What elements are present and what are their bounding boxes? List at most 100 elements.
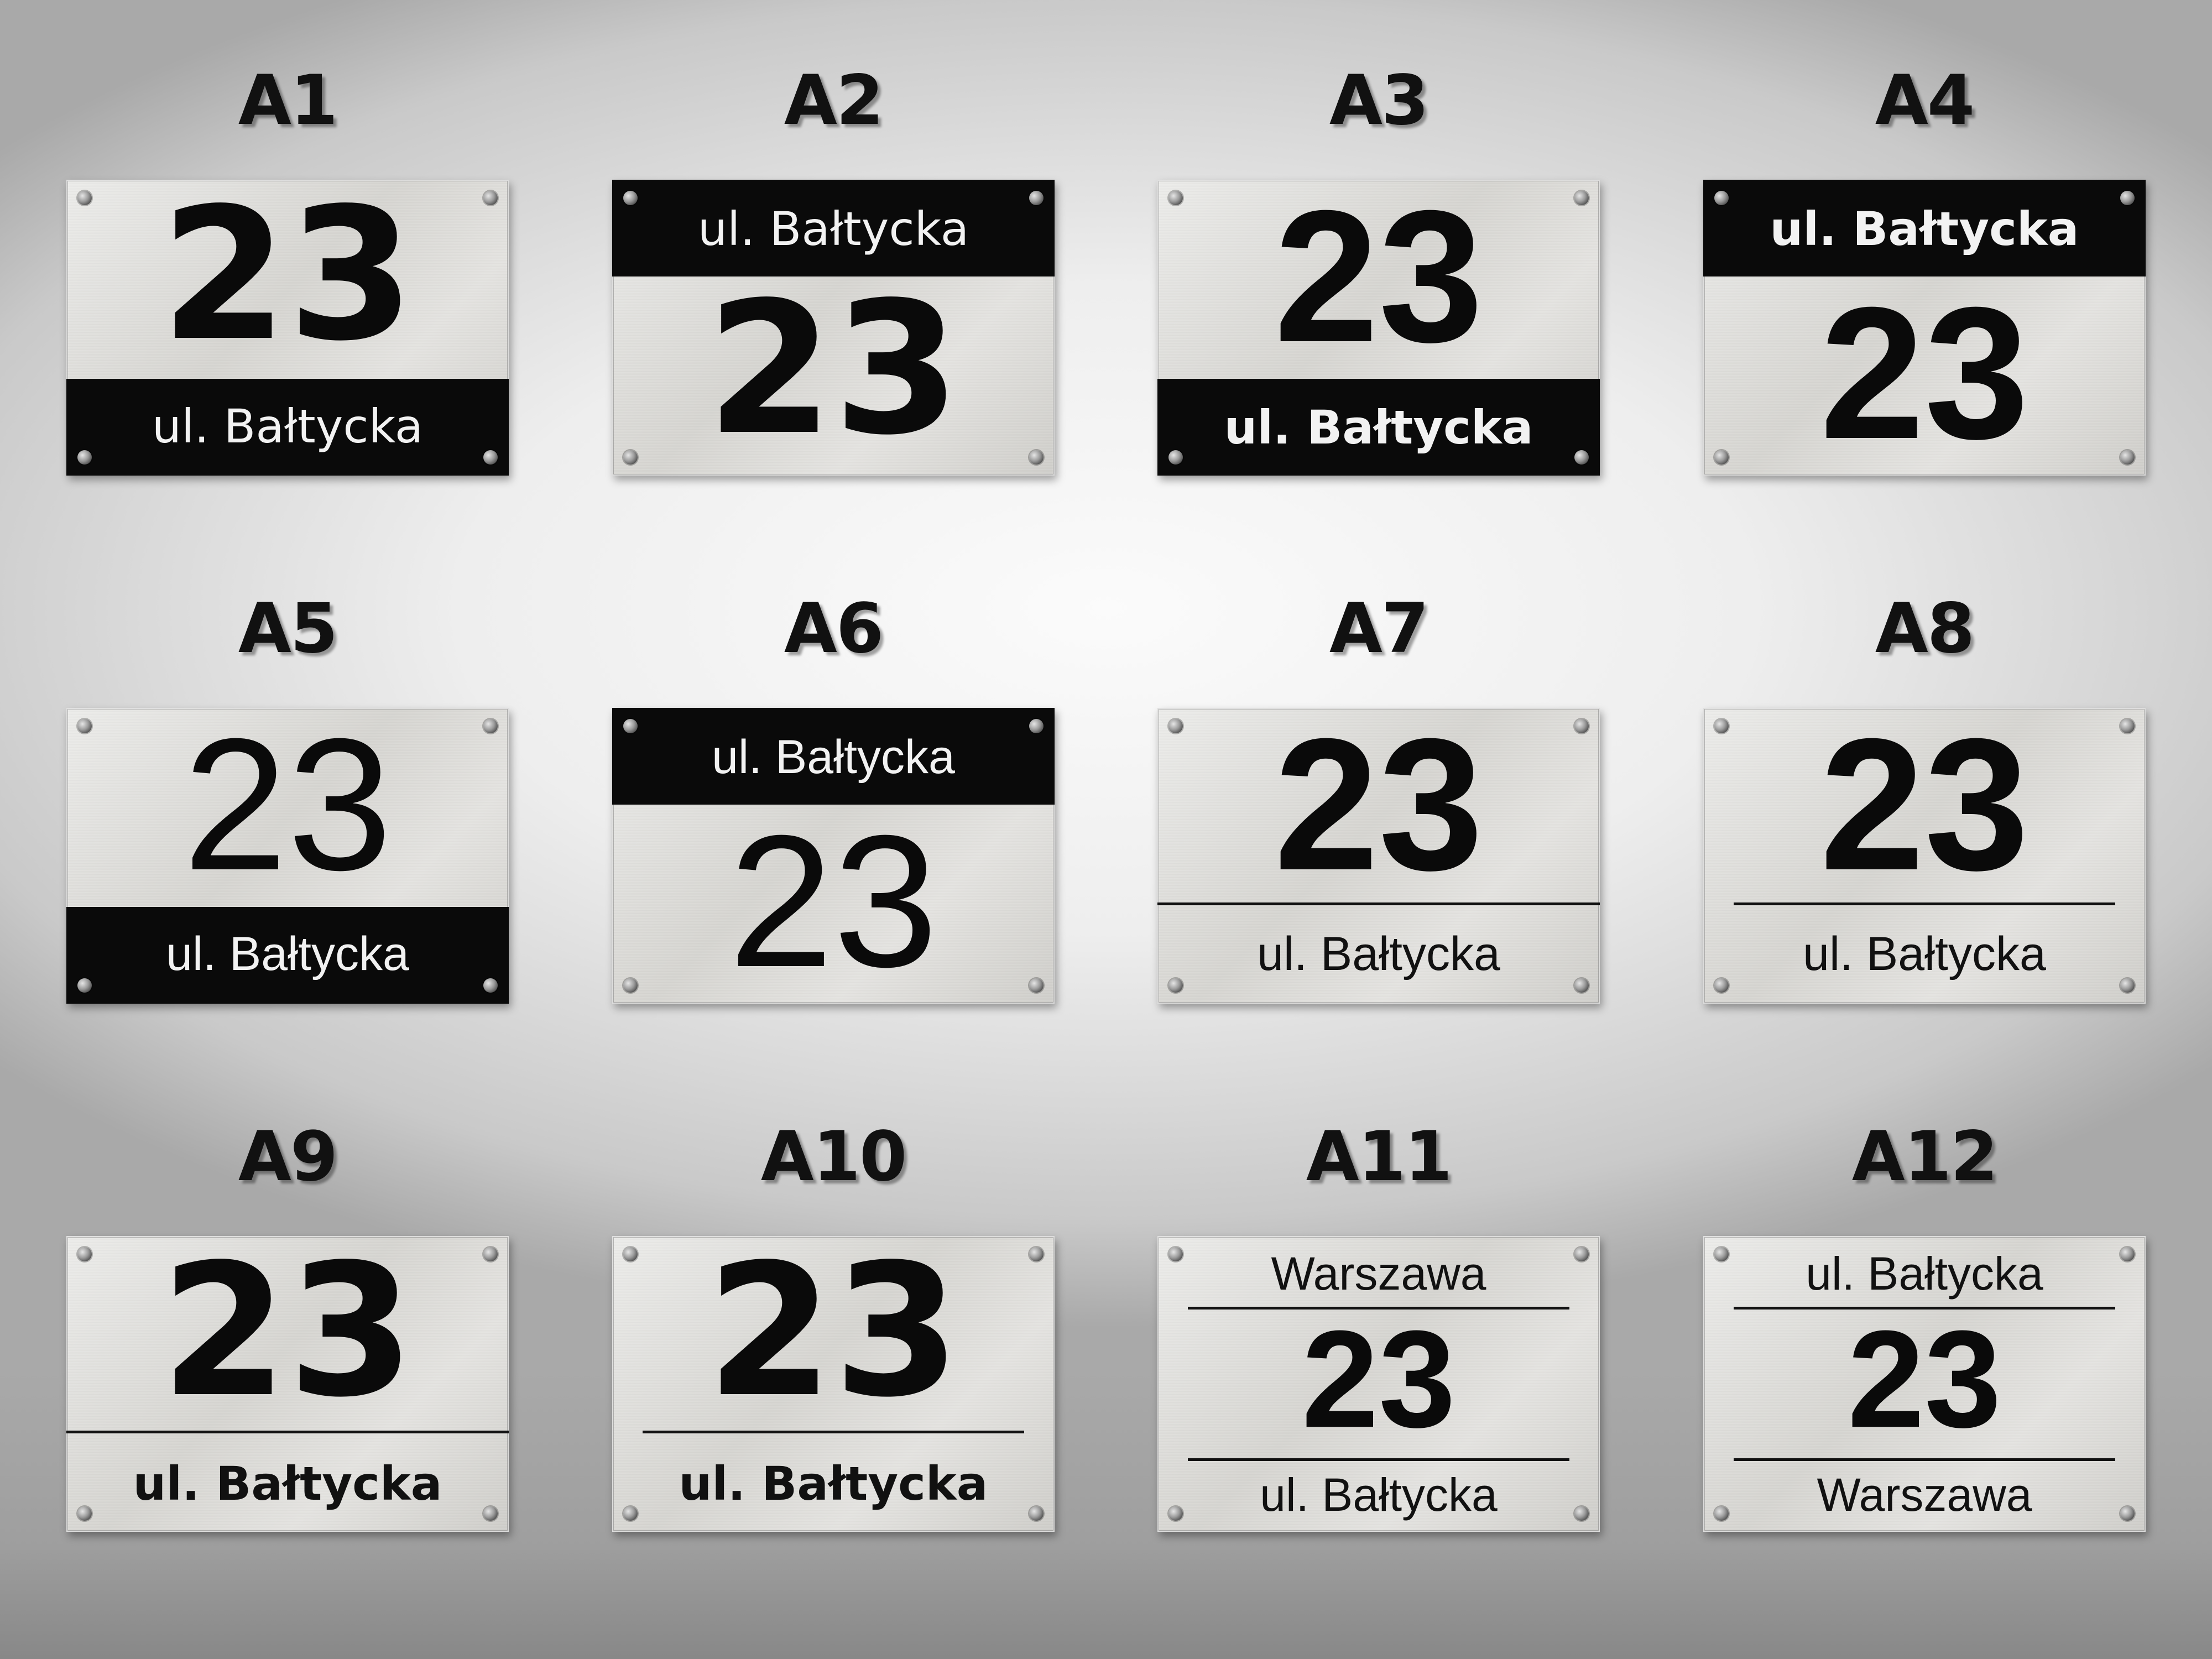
screw-icon — [483, 191, 498, 205]
screw-icon — [1574, 1506, 1589, 1521]
screw-icon — [77, 719, 92, 733]
city-name: Warszawa — [1817, 1469, 2032, 1521]
screw-icon — [1029, 719, 1044, 733]
screw-icon — [1029, 978, 1044, 993]
option-code: A7 — [1329, 589, 1429, 669]
screw-icon — [1574, 1247, 1589, 1261]
screw-icon — [483, 1247, 498, 1261]
screw-icon — [483, 719, 498, 733]
screw-icon — [2120, 978, 2135, 993]
house-number: 23 — [182, 708, 393, 910]
option-code: A6 — [784, 589, 884, 669]
screw-icon — [623, 450, 638, 465]
screw-icon — [1168, 1506, 1183, 1521]
screw-icon — [1574, 978, 1589, 993]
screw-icon — [2120, 1247, 2135, 1261]
plate: Warszawa 23 ul. Bałtycka — [1157, 1236, 1600, 1532]
plate: ul. Bałtycka 23 — [612, 180, 1055, 476]
plate: 23 ul. Bałtycka — [66, 1236, 509, 1532]
screw-icon — [77, 191, 92, 205]
house-number: 23 — [1274, 708, 1484, 910]
screw-icon — [1714, 978, 1729, 993]
screw-icon — [77, 450, 92, 465]
screw-icon — [1168, 978, 1183, 993]
screw-icon — [1714, 1247, 1729, 1261]
street-name: ul. Bałtycka — [679, 1457, 988, 1511]
option-code: A9 — [238, 1117, 338, 1197]
house-number: 23 — [160, 1236, 415, 1437]
street-name: ul. Bałtycka — [166, 927, 409, 980]
plate: 23 ul. Bałtycka — [1703, 708, 2146, 1004]
street-name: ul. Bałtycka — [1806, 1248, 2043, 1300]
screw-icon — [1714, 1506, 1729, 1521]
screw-icon — [77, 978, 92, 993]
option-code: A1 — [238, 61, 338, 140]
screw-icon — [483, 450, 498, 465]
screw-icon — [2120, 450, 2135, 465]
divider-line — [1188, 1458, 1569, 1461]
plate: 23 ul. Bałtycka — [612, 1236, 1055, 1532]
screw-icon — [1029, 1506, 1044, 1521]
option-code: A10 — [760, 1117, 907, 1197]
street-name: ul. Bałtycka — [1260, 1469, 1498, 1521]
screw-icon — [2120, 1506, 2135, 1521]
screw-icon — [483, 1506, 498, 1521]
screw-icon — [1714, 191, 1729, 205]
option-code: A4 — [1875, 61, 1975, 140]
divider-line — [1734, 1458, 2115, 1461]
option-code: A12 — [1851, 1117, 1999, 1197]
screw-icon — [1574, 450, 1589, 465]
house-number: 23 — [1847, 1302, 2002, 1456]
option-code: A3 — [1329, 61, 1429, 140]
divider-line — [1734, 902, 2115, 905]
divider-line — [1157, 902, 1600, 905]
house-number: 23 — [1301, 1302, 1456, 1456]
street-name: ul. Bałtycka — [697, 202, 969, 256]
screw-icon — [623, 978, 638, 993]
screw-icon — [623, 1247, 638, 1261]
option-code: A2 — [784, 61, 884, 140]
house-number: 23 — [1819, 708, 2030, 910]
street-name: ul. Bałtycka — [152, 399, 424, 453]
plate: 23 ul. Bałtycka — [1157, 708, 1600, 1004]
screw-icon — [1029, 1247, 1044, 1261]
screw-icon — [1574, 191, 1589, 205]
plate: ul. Bałtycka 23 — [612, 708, 1055, 1004]
house-number: 23 — [160, 180, 415, 381]
house-number: 23 — [706, 1236, 961, 1437]
plate: ul. Bałtycka 23 — [1703, 180, 2146, 476]
screw-icon — [2120, 719, 2135, 733]
plate: 23 ul. Bałtycka — [66, 708, 509, 1004]
screw-icon — [77, 1506, 92, 1521]
screw-icon — [1714, 719, 1729, 733]
screw-icon — [1029, 450, 1044, 465]
plate: ul. Bałtycka 23 Warszawa — [1703, 1236, 2146, 1532]
street-name: ul. Bałtycka — [712, 731, 955, 784]
screw-icon — [1168, 450, 1183, 465]
option-code: A5 — [238, 589, 338, 669]
divider-line — [66, 1431, 509, 1433]
option-code: A11 — [1306, 1117, 1453, 1197]
divider-line — [643, 1431, 1024, 1433]
screw-icon — [1029, 191, 1044, 205]
screw-icon — [483, 978, 498, 993]
screw-icon — [623, 1506, 638, 1521]
plate: 23 ul. Bałtycka — [1157, 180, 1600, 476]
street-name: ul. Bałtycka — [1770, 202, 2079, 256]
screw-icon — [1714, 450, 1729, 465]
plate: 23 ul. Bałtycka — [66, 180, 509, 476]
screw-icon — [1574, 719, 1589, 733]
screw-icon — [623, 191, 638, 205]
street-name: ul. Bałtycka — [133, 1457, 442, 1511]
house-number: 23 — [1819, 268, 2030, 476]
screw-icon — [1168, 191, 1183, 205]
street-name: ul. Bałtycka — [1224, 400, 1533, 455]
street-name: ul. Bałtycka — [1257, 927, 1500, 980]
screw-icon — [2120, 191, 2135, 205]
screw-icon — [623, 719, 638, 733]
street-name: ul. Bałtycka — [1803, 927, 2046, 980]
screw-icon — [1168, 1247, 1183, 1261]
house-number: 23 — [728, 796, 938, 1004]
screw-icon — [1168, 719, 1183, 733]
screw-icon — [77, 1247, 92, 1261]
